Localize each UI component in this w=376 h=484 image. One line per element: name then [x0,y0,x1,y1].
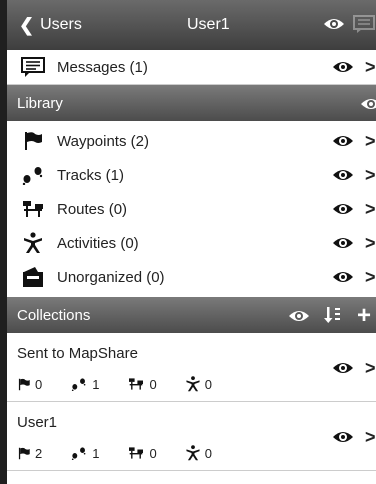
chevron-right-icon[interactable]: > [365,165,376,186]
collection-item[interactable]: Sent to MapShare 0 1 0 0 > [7,333,376,402]
library-item-label: Tracks (1) [57,166,124,184]
chevron-right-icon[interactable]: > [365,199,376,220]
collections-header: Collections + [7,297,376,333]
library-item-label: Unorganized (0) [57,268,165,286]
footprints-icon [19,164,47,186]
eye-icon[interactable] [332,202,354,216]
messages-row[interactable]: Messages (1) > [7,50,376,85]
footprints-icon [72,378,86,391]
folder-icon [19,266,47,288]
collection-counts: 0 1 0 0 [17,376,240,392]
track-count: 1 [70,377,99,392]
footprints-icon [72,447,86,460]
routes-icon [19,198,47,220]
eye-icon[interactable] [288,309,310,323]
flag-icon [19,130,47,152]
chevron-right-icon[interactable]: > [365,233,376,254]
message-icon[interactable] [353,15,375,33]
activity-person-icon [186,445,200,461]
track-count: 1 [70,446,99,461]
waypoint-count: 0 [17,377,42,392]
activity-count: 0 [185,445,212,461]
library-heading: Library [17,94,63,112]
sort-icon[interactable] [324,306,342,324]
back-button[interactable]: ❮ Users [7,15,82,36]
back-label: Users [40,16,82,33]
eye-icon[interactable] [332,430,354,444]
eye-icon[interactable] [360,97,376,111]
eye-icon[interactable] [323,17,345,31]
library-item-label: Waypoints (2) [57,132,149,150]
collections-heading: Collections [17,306,91,324]
waypoint-count: 2 [17,446,42,461]
route-count: 0 [127,377,157,392]
collection-counts: 2 1 0 0 [17,445,240,461]
flag-icon [18,447,30,459]
library-list: Waypoints (2) > Tracks (1) > Routes (0) … [7,121,376,297]
chevron-right-icon[interactable]: > [365,57,376,78]
activity-count: 0 [185,376,212,392]
library-item-waypoints[interactable]: Waypoints (2) > [7,124,376,158]
add-icon[interactable]: + [357,302,371,330]
library-item-label: Routes (0) [57,200,128,218]
library-item-routes[interactable]: Routes (0) > [7,192,376,226]
route-count: 0 [127,446,157,461]
library-header: Library [7,85,376,121]
routes-icon [129,447,144,459]
activity-person-icon [19,232,47,254]
chevron-left-icon: ❮ [19,14,35,35]
library-item-unorganized[interactable]: Unorganized (0) > [7,260,376,294]
collection-item[interactable]: User1 2 1 0 0 > [7,402,376,471]
eye-icon[interactable] [332,236,354,250]
library-item-label: Activities (0) [57,234,139,252]
eye-icon[interactable] [332,168,354,182]
message-icon [19,56,47,78]
messages-label: Messages (1) [57,58,148,76]
library-item-tracks[interactable]: Tracks (1) > [7,158,376,192]
eye-icon[interactable] [332,361,354,375]
page-title: User1 [187,16,230,33]
library-item-activities[interactable]: Activities (0) > [7,226,376,260]
collection-name: Sent to MapShare [17,345,138,362]
chevron-right-icon[interactable]: > [365,358,376,379]
header-bar: ❮ Users User1 [7,0,376,50]
activity-person-icon [186,376,200,392]
eye-icon[interactable] [332,60,354,74]
eye-icon[interactable] [332,270,354,284]
flag-icon [18,378,30,390]
chevron-right-icon[interactable]: > [365,267,376,288]
chevron-right-icon[interactable]: > [365,131,376,152]
app-frame: ❮ Users User1 Messages (1) > Library Way… [0,0,376,484]
routes-icon [129,378,144,390]
collection-name: User1 [17,414,58,431]
eye-icon[interactable] [332,134,354,148]
chevron-right-icon[interactable]: > [365,427,376,448]
